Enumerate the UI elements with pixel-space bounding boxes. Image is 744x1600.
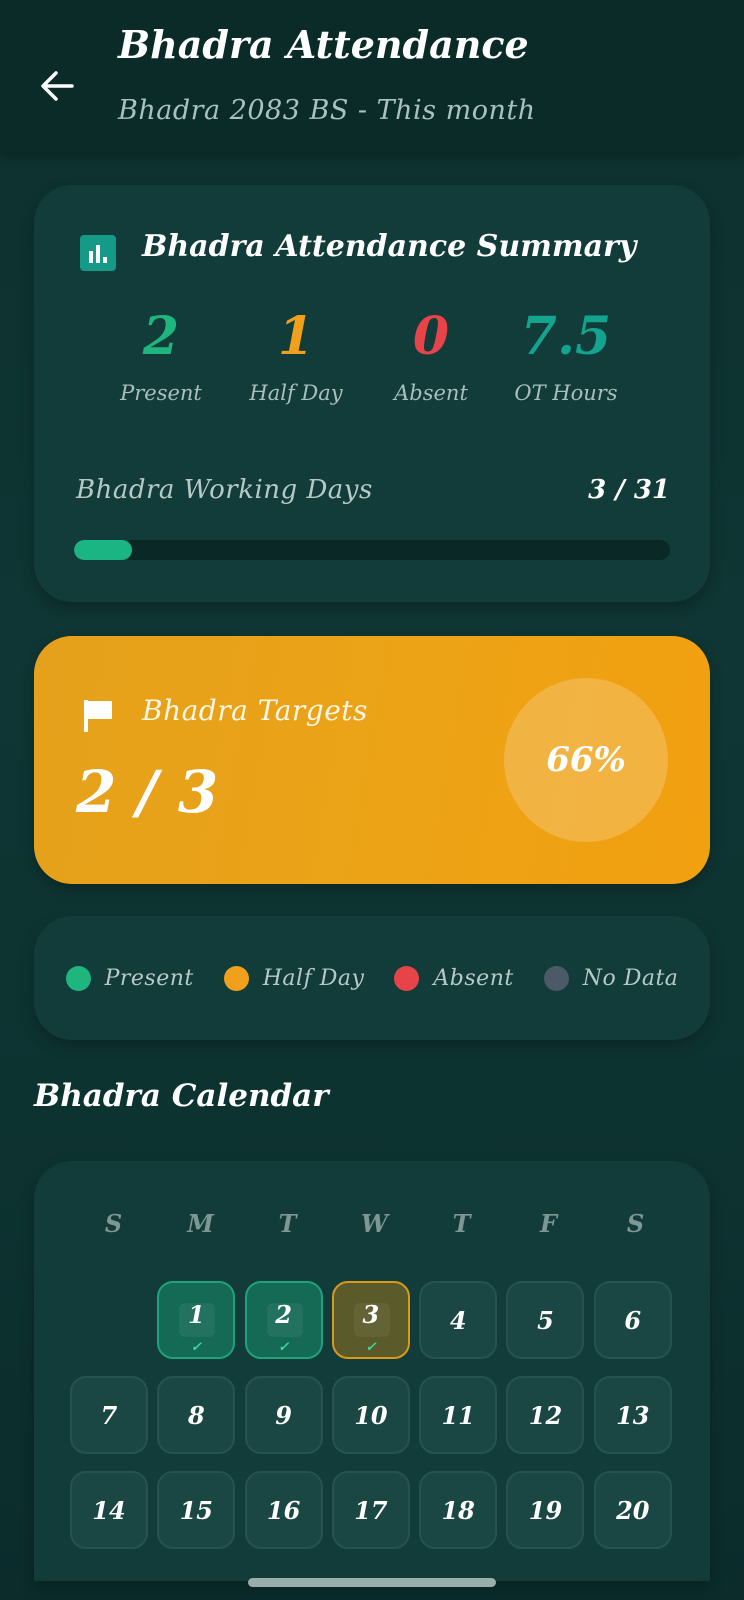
stat-absent-value: 0 — [412, 306, 450, 367]
working-days-value: 3 / 31 — [588, 475, 670, 505]
calendar-day-number: 20 — [616, 1495, 650, 1525]
calendar-day[interactable]: 15 — [157, 1471, 236, 1549]
weekday-fri: F — [539, 1209, 558, 1238]
calendar-day[interactable]: 16 — [244, 1471, 323, 1549]
calendar-day[interactable]: 10 — [331, 1376, 410, 1454]
half-day-dot-icon — [223, 965, 249, 991]
check-icon: ✓ — [190, 1340, 202, 1355]
calendar-day-number: 4 — [449, 1305, 467, 1335]
calendar-title: Bhadra Calendar — [34, 1078, 329, 1114]
calendar-day[interactable]: 11 — [419, 1376, 498, 1454]
stat-absent-label: Absent — [394, 381, 468, 405]
calendar-day[interactable]: 13 — [593, 1376, 672, 1454]
present-dot-icon — [65, 965, 91, 991]
legend-item-half-day: Half Day — [223, 965, 365, 991]
stat-half-day-value: 1 — [277, 306, 315, 367]
calendar-day[interactable]: 1 ✓ — [157, 1281, 236, 1359]
legend-label-absent: Absent — [433, 965, 514, 991]
page-title: Bhadra Attendance — [118, 22, 529, 67]
calendar-day[interactable]: 8 — [157, 1376, 236, 1454]
check-icon: ✓ — [278, 1340, 290, 1355]
flag-icon — [84, 700, 112, 732]
calendar-day-number: 11 — [441, 1400, 475, 1430]
targets-title: Bhadra Targets — [142, 694, 368, 727]
home-indicator[interactable] — [248, 1578, 496, 1587]
calendar-grid: 1 ✓ 2 ✓ 3 ✓ 4 5 6 7 8 9 10 11 12 13 14 15 16 17 18 19 20 — [70, 1281, 680, 1549]
weekday-sun: S — [104, 1209, 123, 1238]
app-header: Bhadra Attendance Bhadra 2083 BS - This … — [0, 0, 744, 152]
calendar-day-number: 8 — [187, 1400, 205, 1430]
calendar-day[interactable]: 18 — [419, 1471, 498, 1549]
weekday-header: S M T W T F S — [70, 1209, 680, 1238]
legend-item-no-data: No Data — [543, 965, 679, 991]
stat-present-label: Present — [120, 381, 202, 405]
stat-ot-hours-label: OT Hours — [514, 381, 618, 405]
calendar-day-number: 7 — [100, 1400, 118, 1430]
stat-present-value: 2 — [142, 306, 180, 367]
calendar-day-number: 19 — [528, 1495, 563, 1525]
stat-absent: 0 Absent — [356, 303, 506, 405]
calendar-day[interactable]: 6 — [593, 1281, 672, 1359]
calendar-day[interactable]: 14 — [70, 1471, 148, 1549]
calendar-day[interactable]: 4 — [419, 1281, 498, 1359]
legend-label-half-day: Half Day — [262, 965, 365, 991]
calendar-empty-cell — [70, 1281, 148, 1359]
calendar-day-number: 5 — [537, 1305, 554, 1335]
calendar-day-number: 12 — [528, 1400, 563, 1430]
calendar-day[interactable]: 3 ✓ — [331, 1281, 410, 1359]
stat-present: 2 Present — [86, 303, 236, 405]
calendar-day[interactable]: 17 — [331, 1471, 410, 1549]
weekday-thu: T — [452, 1209, 471, 1238]
calendar-day-number: 15 — [179, 1495, 213, 1525]
back-arrow-icon[interactable] — [36, 64, 80, 108]
calendar-day-number: 3 — [362, 1299, 380, 1329]
targets-value: 2 / 3 — [76, 758, 219, 826]
legend-item-absent: Absent — [394, 965, 514, 991]
legend-label-present: Present — [104, 965, 194, 991]
targets-percent-circle: 66% — [504, 678, 668, 842]
calendar-day[interactable]: 9 — [244, 1376, 323, 1454]
stat-half-day-label: Half Day — [249, 381, 343, 405]
calendar-day-number: 17 — [354, 1495, 388, 1525]
calendar-day[interactable]: 7 — [70, 1376, 148, 1454]
calendar-day-number: 13 — [616, 1400, 650, 1430]
weekday-tue: T — [278, 1209, 297, 1238]
calendar-card: S M T W T F S 1 ✓ 2 ✓ 3 ✓ 4 5 6 7 8 9 10 11 12 13 14 15 16… — [34, 1161, 710, 1581]
calendar-day[interactable]: 20 — [593, 1471, 672, 1549]
targets-percent: 66% — [546, 740, 626, 780]
check-icon: ✓ — [365, 1340, 377, 1355]
calendar-day-number: 1 — [187, 1299, 205, 1329]
stat-ot-hours-value: 7.5 — [520, 306, 612, 367]
page-subtitle: Bhadra 2083 BS - This month — [118, 95, 536, 126]
calendar-day-number: 6 — [624, 1305, 642, 1335]
weekday-wed: W — [361, 1209, 388, 1238]
calendar-day[interactable]: 12 — [506, 1376, 585, 1454]
stat-half-day: 1 Half Day — [221, 303, 371, 405]
summary-title: Bhadra Attendance Summary — [142, 229, 637, 264]
legend-label-no-data: No Data — [582, 965, 679, 991]
attendance-summary-card: Bhadra Attendance Summary 2 Present 1 Ha… — [34, 185, 710, 602]
stat-ot-hours: 7.5 OT Hours — [491, 303, 641, 405]
weekday-mon: M — [187, 1209, 214, 1238]
working-days-label: Bhadra Working Days — [76, 475, 373, 505]
legend-item-present: Present — [65, 965, 194, 991]
absent-dot-icon — [394, 965, 420, 991]
calendar-day-number: 14 — [92, 1495, 126, 1525]
weekday-sat: S — [626, 1209, 645, 1238]
calendar-day[interactable]: 2 ✓ — [244, 1281, 323, 1359]
calendar-day-number: 9 — [275, 1400, 292, 1430]
calendar-day[interactable]: 19 — [506, 1471, 585, 1549]
working-days-progress — [74, 540, 670, 560]
calendar-day-number: 10 — [354, 1400, 388, 1430]
calendar-day-number: 16 — [266, 1495, 301, 1525]
working-days-progress-fill — [74, 540, 132, 560]
targets-card[interactable]: Bhadra Targets 2 / 3 66% — [34, 636, 710, 884]
calendar-day[interactable]: 5 — [506, 1281, 585, 1359]
calendar-day-number: 2 — [275, 1299, 292, 1329]
no-data-dot-icon — [543, 965, 569, 991]
status-legend: Present Half Day Absent No Data — [34, 916, 710, 1040]
calendar-day-number: 18 — [441, 1495, 475, 1525]
bar-chart-icon — [80, 235, 116, 271]
